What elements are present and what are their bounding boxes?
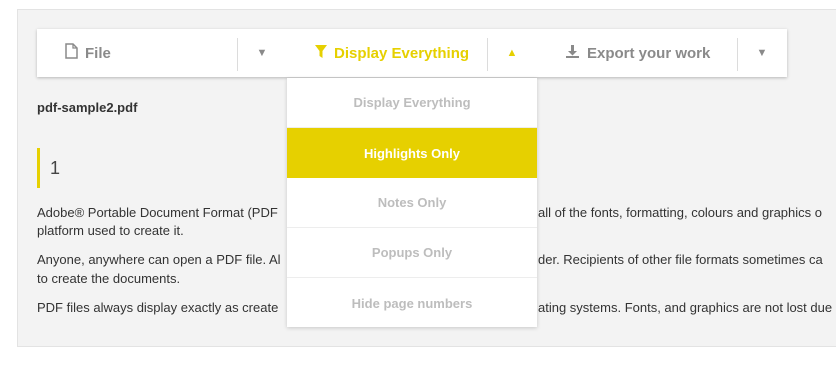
download-icon (565, 44, 580, 63)
toolbar: File ▼ Display Everything ▲ Export your … (37, 29, 787, 77)
text-fragment: Anyone, anywhere can open a PDF file. Al (37, 252, 281, 267)
paragraph-line: platform used to create it. (37, 223, 184, 238)
menu-item-display-everything[interactable]: Display Everything (287, 78, 537, 128)
paragraph-line: to create the documents. (37, 271, 181, 286)
text-fragment: der. Recipients of other file formats so… (538, 252, 823, 267)
display-caret-up-icon[interactable]: ▲ (488, 29, 536, 77)
page-marker (37, 148, 40, 188)
text-fragment: PDF files always display exactly as crea… (37, 300, 279, 315)
paragraph-line: Adobe® Portable Document Format (PDF (37, 203, 278, 222)
page-number: 1 (50, 158, 61, 178)
document-filename: pdf-sample2.pdf (37, 100, 138, 115)
export-caret-down-icon[interactable]: ▼ (738, 29, 786, 77)
display-filter-button[interactable]: Display Everything (315, 29, 469, 77)
export-button[interactable]: Export your work (565, 29, 710, 77)
filter-icon (315, 44, 327, 62)
paragraph-line: der. Recipients of other file formats so… (538, 250, 823, 269)
menu-item-hide-page-numbers[interactable]: Hide page numbers (287, 278, 537, 328)
file-icon (65, 43, 78, 63)
export-label: Export your work (587, 44, 711, 62)
text-fragment: all of the fonts, formatting, colours an… (538, 205, 822, 220)
paragraph-line: PDF files always display exactly as crea… (37, 298, 278, 317)
file-label: File (85, 44, 111, 62)
menu-item-popups-only[interactable]: Popups Only (287, 228, 537, 278)
paragraph-line: Anyone, anywhere can open a PDF file. Al (37, 250, 281, 269)
text-fragment: ating systems. Fonts, and graphics are n… (538, 300, 833, 315)
display-filter-label: Display Everything (334, 44, 470, 62)
display-filter-dropdown: Display Everything Highlights Only Notes… (287, 78, 537, 327)
paragraph-line: all of the fonts, formatting, colours an… (538, 203, 822, 222)
menu-item-notes-only[interactable]: Notes Only (287, 178, 537, 228)
menu-item-highlights-only[interactable]: Highlights Only (287, 128, 537, 178)
file-caret-down-icon[interactable]: ▼ (238, 29, 286, 77)
paragraph-line: ating systems. Fonts, and graphics are n… (538, 298, 832, 317)
file-button[interactable]: File (65, 29, 111, 77)
text-fragment: Adobe® Portable Document Format (PDF (37, 205, 278, 220)
